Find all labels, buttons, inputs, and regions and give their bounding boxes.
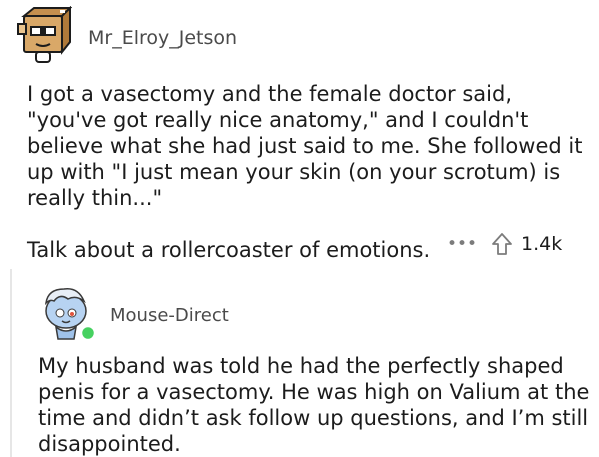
username[interactable]: Mouse-Direct	[110, 305, 229, 326]
upvote-icon[interactable]	[491, 232, 513, 256]
comment-actions: ••• 1.4k	[447, 232, 562, 256]
comment-paragraph: I got a vasectomy and the female doctor …	[27, 82, 583, 210]
username[interactable]: Mr_Elroy_Jetson	[88, 27, 237, 49]
vote-count: 1.4k	[521, 233, 563, 255]
avatar[interactable]	[12, 6, 72, 66]
thread-line[interactable]	[10, 269, 12, 457]
comment-thread: Mr_Elroy_Jetson I got a vasectomy and th…	[0, 0, 599, 457]
avatar[interactable]	[38, 281, 102, 345]
more-icon[interactable]: •••	[447, 234, 477, 254]
comment-body: My husband was told he had the perfectly…	[38, 354, 590, 456]
